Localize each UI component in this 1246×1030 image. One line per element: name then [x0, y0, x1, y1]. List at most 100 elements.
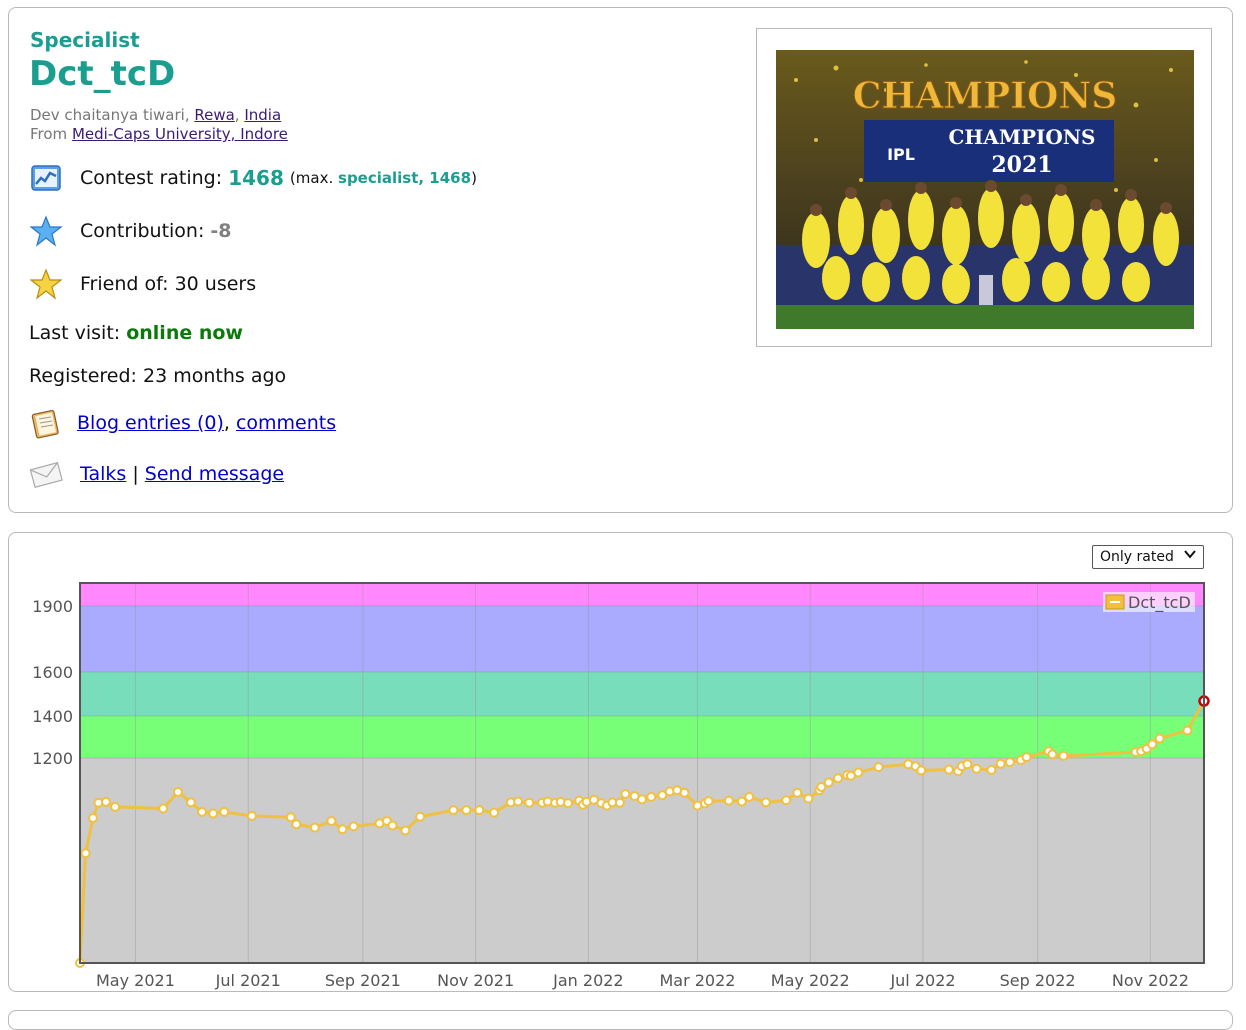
photo-caption-year: 2021 — [991, 152, 1052, 178]
rating-point — [1004, 757, 1015, 768]
contribution-value: -8 — [210, 220, 232, 242]
friend-value: 30 users — [174, 273, 257, 295]
contest-rating-value: 1468 — [228, 166, 284, 190]
notebook-icon — [29, 406, 63, 440]
friends-row: Friend of: 30 users — [29, 267, 256, 301]
rating-point — [853, 767, 864, 778]
rating-point — [646, 791, 657, 802]
rating-point — [995, 758, 1006, 769]
rating-point — [415, 811, 426, 822]
y-tick-label: 1400 — [32, 707, 73, 726]
rating-chart: May 2021 Jul 2021 Sep 2021 Nov 2021 Jan 2022… — [32, 582, 1210, 990]
user-full-name: Dev chaitanya tiwari — [30, 106, 185, 124]
send-message-link[interactable]: Send message — [145, 463, 284, 485]
x-tick-label: Sep 2021 — [325, 971, 401, 990]
blog-entries-link[interactable]: Blog entries (0) — [77, 412, 224, 434]
photo-caption-banner: CHAMPIONS — [948, 125, 1095, 149]
rating-point — [637, 794, 647, 805]
user-avatar[interactable]: CHAMPIONS CHAMPIONS 2021 IPL — [776, 50, 1194, 329]
rating-point — [524, 797, 535, 808]
gold-star-icon — [29, 267, 63, 301]
rating-point — [489, 807, 500, 818]
organization-link[interactable]: Medi-Caps University, Indore — [72, 125, 288, 143]
rating-point — [172, 786, 183, 797]
rating-point — [219, 806, 230, 817]
rating-point — [110, 801, 121, 812]
rating-chart-icon — [29, 161, 63, 195]
rating-point — [291, 819, 302, 830]
photo-caption-top: CHAMPIONS — [853, 75, 1118, 117]
rating-point — [986, 765, 997, 776]
rating-point — [285, 812, 296, 823]
rating-point — [803, 793, 814, 804]
rating-point — [1147, 739, 1158, 750]
x-tick-label: Jul 2022 — [889, 971, 955, 990]
x-tick-label: Sep 2022 — [1000, 971, 1076, 990]
user-handle: Dct_tcD — [29, 54, 176, 94]
registered-value: 23 months ago — [143, 365, 287, 387]
rating-point — [744, 791, 755, 802]
contest-rating-row: Contest rating: 1468 (max. specialist, 1… — [29, 161, 477, 195]
rating-point — [781, 795, 792, 806]
rating-point — [620, 789, 631, 800]
rating-point — [873, 762, 884, 773]
rating-point — [723, 795, 734, 806]
rating-point — [100, 796, 111, 807]
envelope-icon — [29, 457, 63, 491]
rating-point — [326, 815, 337, 826]
y-tick-label: 1600 — [32, 663, 73, 682]
rating-point — [760, 797, 771, 808]
rating-point — [679, 787, 690, 798]
rating-point — [823, 777, 834, 788]
rating-point — [309, 822, 320, 833]
y-tick-label: 1900 — [32, 597, 73, 616]
contribution-row: Contribution: -8 — [29, 214, 232, 248]
user-organization: From Medi-Caps University, Indore — [30, 125, 288, 143]
contribution-label: Contribution: — [80, 220, 205, 242]
rating-point — [832, 773, 843, 784]
x-tick-label: Nov 2022 — [1112, 971, 1189, 990]
rating-point — [792, 787, 803, 798]
rating-point — [943, 764, 954, 775]
talks-link[interactable]: Talks — [80, 463, 126, 485]
max-suffix: ) — [471, 169, 477, 187]
last-visit-value: online now — [126, 322, 243, 344]
rating-point — [962, 759, 973, 770]
rating-point — [703, 796, 714, 807]
rating-point — [971, 763, 982, 774]
comments-link[interactable]: comments — [236, 412, 336, 434]
rating-point — [1021, 752, 1032, 763]
x-tick-label: May 2022 — [771, 971, 850, 990]
x-tick-label: May 2021 — [96, 971, 175, 990]
x-tick-label: Mar 2022 — [659, 971, 735, 990]
max-prefix: (max. — [289, 169, 334, 187]
rating-point — [387, 820, 398, 831]
rating-point — [337, 824, 348, 835]
rating-point — [1182, 725, 1193, 736]
blog-row: Blog entries (0), comments — [29, 406, 336, 440]
y-tick-label: 1200 — [32, 749, 73, 768]
registered-label: Registered: — [29, 365, 137, 387]
last-visit-label: Last visit: — [29, 322, 121, 344]
rating-point — [916, 765, 927, 776]
city-link[interactable]: Rewa — [194, 106, 234, 124]
friend-label: Friend of: — [80, 273, 169, 295]
talks-row: Talks | Send message — [29, 457, 284, 491]
rating-point — [185, 797, 196, 808]
x-tick-label: Jul 2021 — [215, 971, 281, 990]
last-visit-row: Last visit: online now — [29, 322, 243, 344]
from-label: From — [30, 125, 68, 143]
link-separator: | — [132, 463, 139, 485]
x-tick-label: Jan 2022 — [552, 971, 623, 990]
rating-point — [1047, 749, 1058, 760]
rating-point — [614, 797, 625, 808]
rating-point — [563, 798, 574, 809]
rating-chart-box: Only rated May 2021 Jul 2021 Sep 2021 Nov 2… — [8, 532, 1233, 992]
rating-point — [1154, 733, 1165, 744]
rating-point — [197, 806, 208, 817]
rating-point — [246, 810, 257, 821]
country-link[interactable]: India — [244, 106, 281, 124]
user-rank: Specialist — [30, 28, 140, 52]
blue-star-icon — [29, 214, 63, 248]
rating-point — [448, 805, 459, 816]
